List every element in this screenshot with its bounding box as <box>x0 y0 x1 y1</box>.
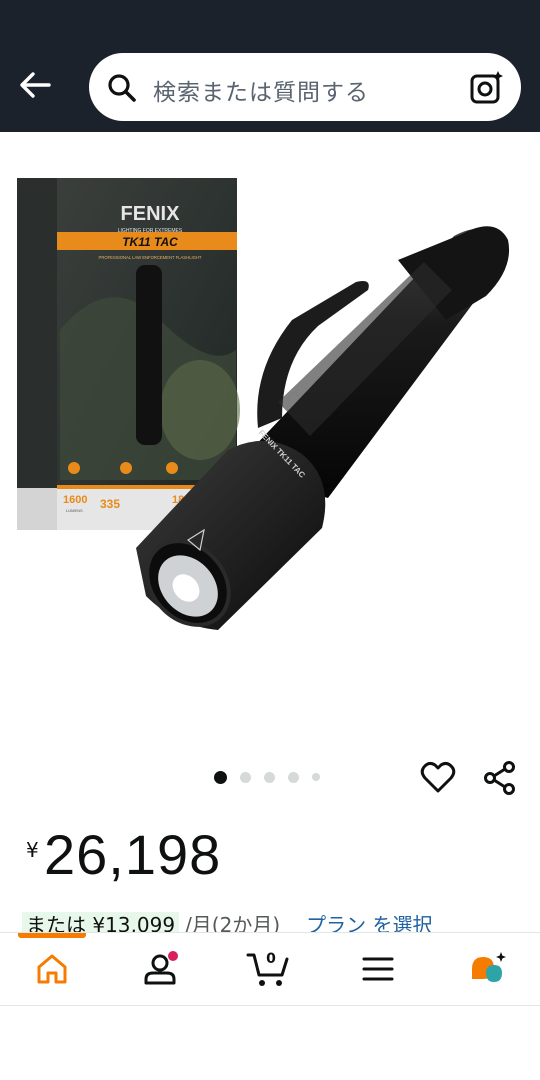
notification-dot <box>168 951 178 961</box>
box-tagline-text: LIGHTING FOR EXTREMES <box>118 228 183 234</box>
carousel-dot[interactable] <box>214 770 227 784</box>
installment-offer: または ¥13,099/月(2か月) プラン を選択 <box>22 912 502 934</box>
cart-count: 0 <box>266 951 276 967</box>
menu-icon <box>362 957 394 981</box>
search-placeholder[interactable]: 検索または質問する <box>153 73 369 107</box>
share-icon[interactable] <box>482 760 518 796</box>
search-input[interactable]: 検索または質問する <box>89 53 521 121</box>
box-stat-1-text: 1600 <box>63 494 87 506</box>
price-amount: 26,198 <box>44 823 222 886</box>
active-tab-indicator <box>18 933 86 938</box>
box-brand-text: FENIX <box>121 203 181 225</box>
price-currency-symbol: ¥ <box>26 838 39 862</box>
installment-price: または ¥13,099 <box>22 912 180 934</box>
box-side <box>17 178 57 530</box>
box-stat-1-unit: LUMENS <box>66 508 83 513</box>
back-button[interactable] <box>14 66 56 104</box>
nav-assistant[interactable] <box>466 947 510 991</box>
carousel-dot[interactable] <box>264 771 275 783</box>
box-model-text: TK11 TAC <box>122 235 178 249</box>
carousel-dot[interactable] <box>240 771 251 783</box>
nav-account[interactable] <box>138 947 182 991</box>
camera-scan-icon[interactable] <box>469 70 505 106</box>
box-stat-2-text: 335 <box>100 497 120 511</box>
heart-icon[interactable] <box>420 760 456 796</box>
installment-period: /月(2か月) <box>185 913 281 934</box>
nav-menu[interactable] <box>356 947 400 991</box>
back-arrow-icon <box>20 72 51 98</box>
assistant-icon <box>472 952 506 982</box>
box-subtitle-text: PROFESSIONAL LAW ENFORCEMENT FLASHLIGHT <box>99 255 202 260</box>
carousel-dot[interactable] <box>312 773 320 781</box>
nav-cart[interactable]: 0 <box>246 947 290 991</box>
product-image[interactable]: FENIX LIGHTING FOR EXTREMES TK11 TAC PRO… <box>0 150 540 750</box>
carousel-dot[interactable] <box>288 771 299 783</box>
nav-home[interactable] <box>30 947 74 991</box>
home-icon <box>37 954 67 984</box>
top-bar: 検索または質問する <box>0 0 540 132</box>
select-plan-link[interactable]: プラン を選択 <box>306 912 432 934</box>
search-icon[interactable] <box>107 73 137 103</box>
bottom-navigation: 0 <box>0 932 540 1006</box>
image-carousel-dots[interactable] <box>214 770 320 784</box>
